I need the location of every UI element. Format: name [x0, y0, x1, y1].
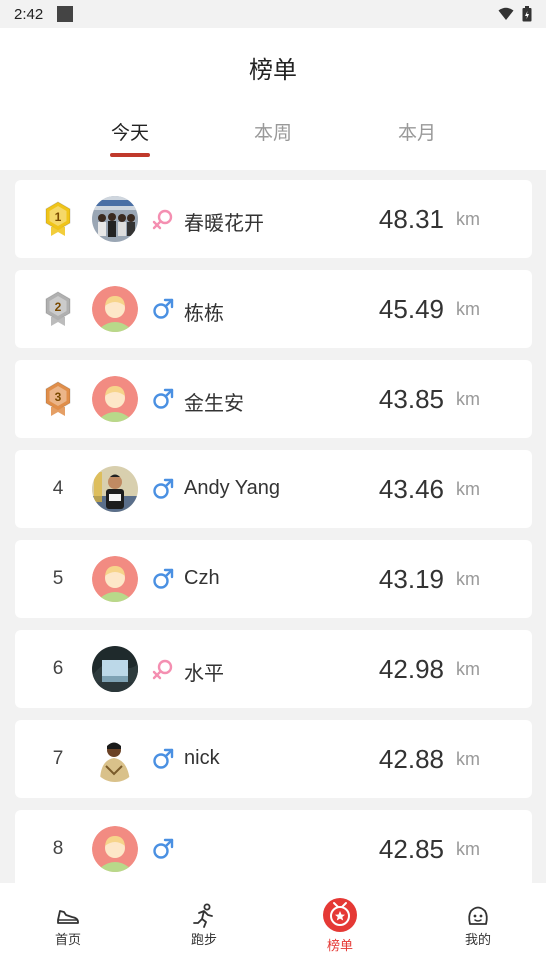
- status-bar: 2:42: [0, 0, 546, 28]
- battery-icon: [522, 6, 532, 22]
- avatar[interactable]: [92, 196, 138, 242]
- distance-value: 45.49: [378, 294, 444, 324]
- female-icon: [152, 208, 174, 230]
- user-name: 春暖花开: [184, 213, 264, 235]
- male-icon: [152, 388, 174, 410]
- avatar[interactable]: [92, 826, 138, 872]
- distance-unit: km: [456, 299, 480, 319]
- nav-me-label: 我的: [464, 932, 491, 947]
- distance-unit: km: [456, 209, 480, 229]
- distance-value: 42.88: [378, 744, 444, 774]
- male-icon: [152, 838, 174, 860]
- nav-home-label: 首页: [54, 932, 81, 947]
- distance-value: 43.19: [378, 564, 444, 594]
- male-icon: [152, 748, 174, 770]
- bottom-nav: 首页 跑步 榜单 我的: [0, 883, 546, 968]
- rank-number: 8: [52, 838, 64, 859]
- leaderboard-row[interactable]: 7 nick 42.88 km: [15, 720, 532, 798]
- distance-unit: km: [456, 839, 480, 859]
- distance-unit: km: [456, 569, 480, 589]
- wifi-icon: [498, 7, 514, 20]
- male-icon: [152, 478, 174, 500]
- distance-value: 43.85: [378, 384, 444, 414]
- face-icon: [468, 906, 488, 925]
- user-name: Andy Yang: [184, 477, 281, 499]
- tab-bar: 今天 本周 本月: [0, 118, 546, 168]
- medal-icon: [323, 898, 357, 932]
- distance-value: 42.85: [378, 834, 444, 864]
- avatar[interactable]: [92, 286, 138, 332]
- status-time: 2:42: [14, 5, 44, 23]
- distance-unit: km: [456, 659, 480, 679]
- leaderboard-row[interactable]: 1 春暖花开 48.31 km: [15, 180, 532, 258]
- avatar[interactable]: [92, 466, 138, 512]
- tab-today[interactable]: 今天: [90, 118, 170, 145]
- leaderboard-row[interactable]: 2 栋栋 45.49 km: [15, 270, 532, 348]
- leaderboard-row[interactable]: 5 Czh 43.19 km: [15, 540, 532, 618]
- user-name: Czh: [184, 567, 220, 589]
- leaderboard-row[interactable]: 4 Andy Yang 43.46 km: [15, 450, 532, 528]
- leaderboard-row[interactable]: 8 42.85 km: [15, 810, 532, 888]
- nav-run[interactable]: 跑步: [164, 883, 244, 968]
- rank-number: 6: [52, 658, 64, 679]
- shoe-icon: [57, 910, 79, 924]
- female-icon: [152, 658, 174, 680]
- avatar[interactable]: [92, 376, 138, 422]
- nav-home[interactable]: 首页: [28, 883, 108, 968]
- page-title: 榜单: [249, 57, 297, 84]
- rank-number: 4: [52, 478, 64, 499]
- distance-value: 42.98: [378, 654, 444, 684]
- avatar[interactable]: [92, 736, 138, 782]
- runner-icon: [193, 903, 213, 928]
- distance-value: 48.31: [378, 204, 444, 234]
- tab-this-month[interactable]: 本月: [377, 118, 457, 145]
- user-name: 栋栋: [184, 303, 224, 325]
- user-name: 金生安: [184, 393, 244, 415]
- header: 榜单 今天 本周 本月: [0, 28, 546, 170]
- rank-number: 5: [52, 568, 64, 589]
- svg-text:3: 3: [55, 390, 62, 404]
- distance-unit: km: [456, 389, 480, 409]
- avatar[interactable]: [92, 646, 138, 692]
- distance-unit: km: [456, 749, 480, 769]
- nav-run-label: 跑步: [190, 932, 217, 947]
- distance-value: 43.46: [378, 474, 444, 504]
- notification-icon: [57, 6, 74, 22]
- svg-text:1: 1: [55, 210, 62, 224]
- leaderboard-row[interactable]: 6 水平 42.98 km: [15, 630, 532, 708]
- tab-this-week[interactable]: 本周: [233, 118, 313, 145]
- distance-unit: km: [456, 479, 480, 499]
- svg-text:2: 2: [55, 300, 62, 314]
- tab-indicator: [110, 153, 150, 157]
- avatar[interactable]: [92, 556, 138, 602]
- user-name: 水平: [184, 663, 224, 685]
- rank-number: 7: [52, 748, 64, 769]
- male-icon: [152, 568, 174, 590]
- nav-me[interactable]: 我的: [438, 883, 518, 968]
- nav-leaderboard-label: 榜单: [326, 938, 353, 953]
- leaderboard-row[interactable]: 3 金生安 43.85 km: [15, 360, 532, 438]
- nav-leaderboard[interactable]: 榜单: [300, 883, 380, 968]
- user-name: nick: [184, 747, 220, 769]
- silver-medal-icon: 2: [43, 291, 73, 327]
- gold-medal-icon: 1: [43, 201, 73, 237]
- bronze-medal-icon: 3: [43, 381, 73, 417]
- male-icon: [152, 298, 174, 320]
